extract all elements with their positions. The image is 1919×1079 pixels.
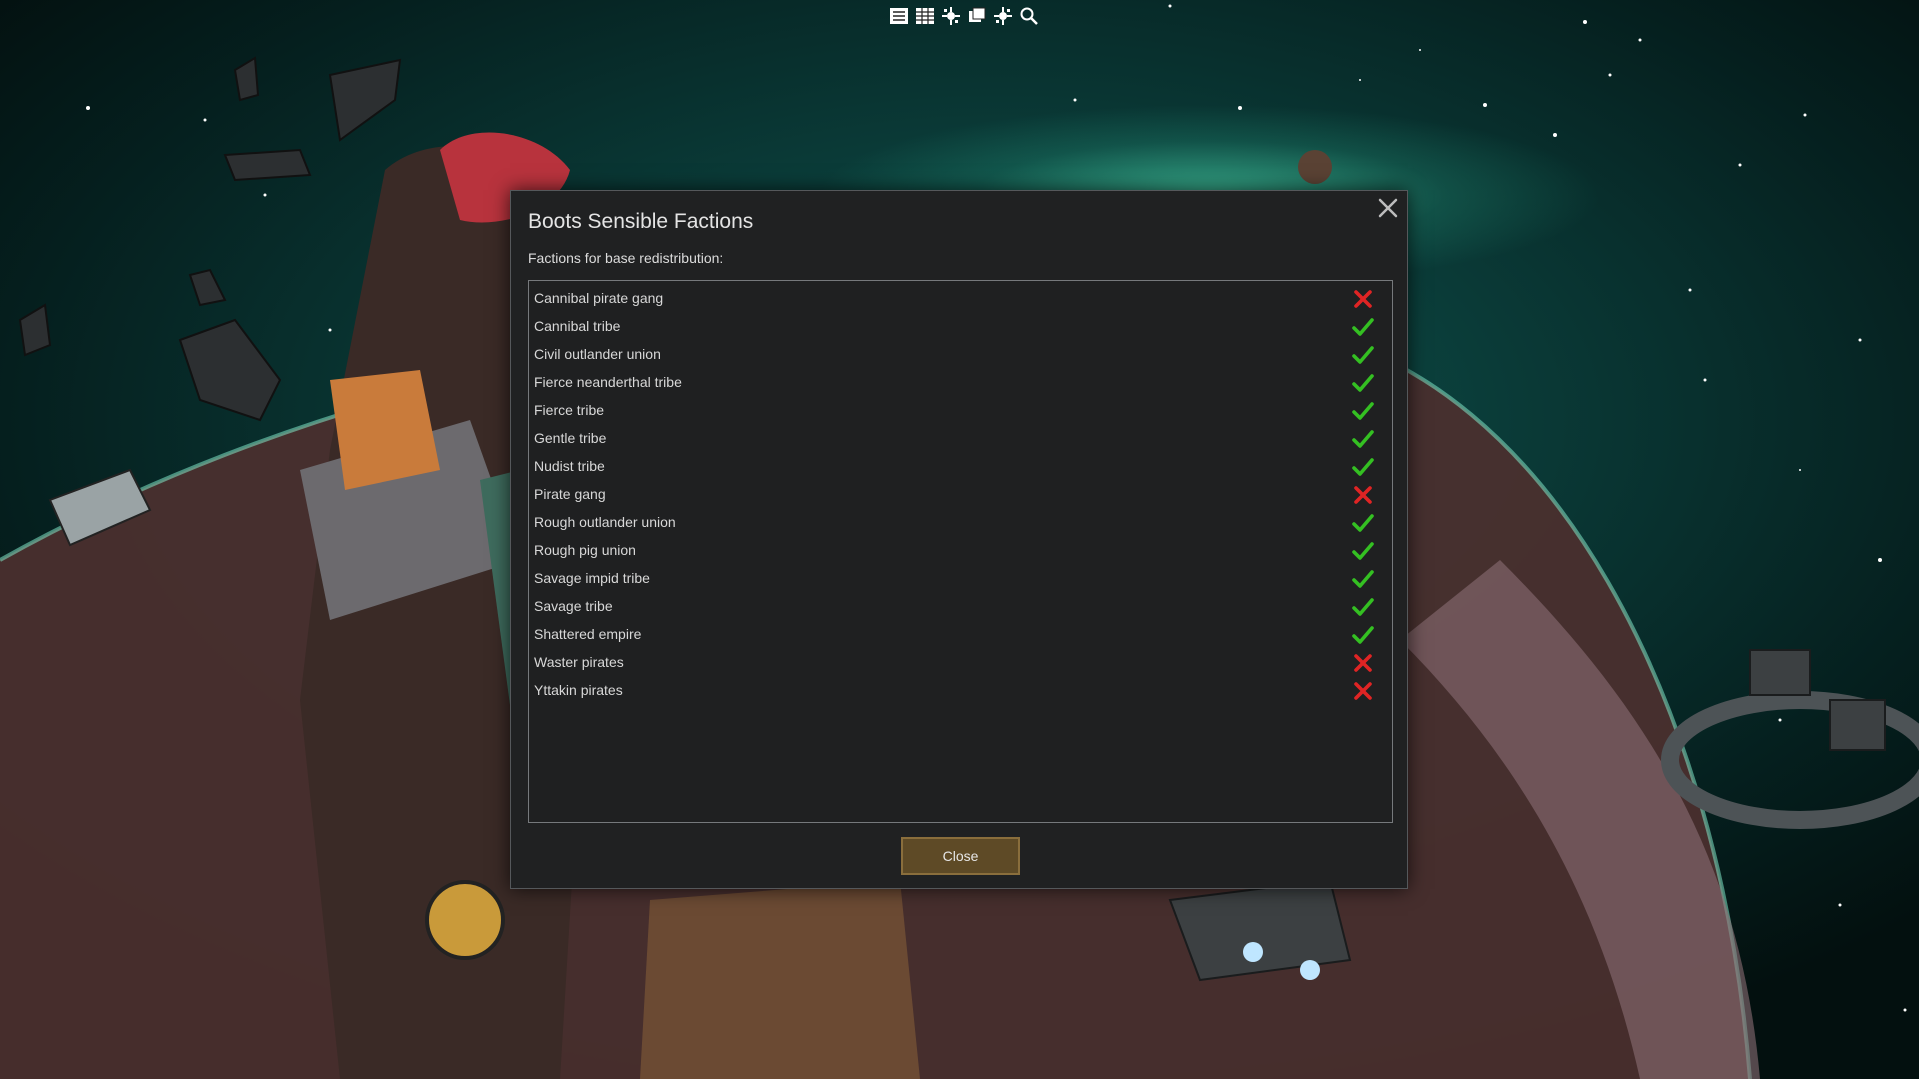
check-icon[interactable] (1351, 343, 1375, 367)
table-icon[interactable] (914, 5, 936, 27)
debug-settings-icon[interactable] (992, 5, 1014, 27)
faction-row[interactable]: Rough outlander union (529, 508, 1392, 536)
faction-row[interactable]: Fierce tribe (529, 396, 1392, 424)
faction-name: Yttakin pirates (534, 682, 623, 698)
faction-row[interactable]: Cannibal tribe (529, 312, 1392, 340)
check-icon[interactable] (1351, 511, 1375, 535)
check-icon[interactable] (1351, 371, 1375, 395)
faction-row[interactable]: Rough pig union (529, 536, 1392, 564)
faction-row[interactable]: Savage tribe (529, 592, 1392, 620)
check-icon[interactable] (1351, 315, 1375, 339)
cross-icon[interactable] (1351, 287, 1375, 311)
faction-name: Gentle tribe (534, 430, 607, 446)
faction-name: Rough pig union (534, 542, 636, 558)
faction-name: Fierce neanderthal tribe (534, 374, 682, 390)
search-icon[interactable] (1018, 5, 1040, 27)
check-icon[interactable] (1351, 539, 1375, 563)
faction-row[interactable]: Nudist tribe (529, 452, 1392, 480)
factions-dialog: Boots Sensible Factions Factions for bas… (510, 190, 1408, 889)
list-icon[interactable] (888, 5, 910, 27)
dialog-title: Boots Sensible Factions (528, 210, 754, 233)
faction-row[interactable]: Gentle tribe (529, 424, 1392, 452)
faction-name: Savage impid tribe (534, 570, 650, 586)
faction-name: Shattered empire (534, 626, 642, 642)
faction-row[interactable]: Yttakin pirates (529, 676, 1392, 704)
faction-row[interactable]: Cannibal pirate gang (529, 284, 1392, 312)
faction-name: Savage tribe (534, 598, 613, 614)
faction-name: Cannibal tribe (534, 318, 621, 334)
faction-row[interactable]: Waster pirates (529, 648, 1392, 676)
faction-row[interactable]: Savage impid tribe (529, 564, 1392, 592)
faction-name: Nudist tribe (534, 458, 605, 474)
dialog-subtitle: Factions for base redistribution: (528, 250, 724, 266)
faction-row[interactable]: Shattered empire (529, 620, 1392, 648)
check-icon[interactable] (1351, 567, 1375, 591)
faction-name: Waster pirates (534, 654, 624, 670)
faction-row[interactable]: Fierce neanderthal tribe (529, 368, 1392, 396)
dev-toolbar (888, 4, 1040, 28)
debug-icon[interactable] (940, 5, 962, 27)
check-icon[interactable] (1351, 623, 1375, 647)
faction-name: Fierce tribe (534, 402, 605, 418)
close-button[interactable]: Close (901, 837, 1020, 875)
check-icon[interactable] (1351, 399, 1375, 423)
cross-icon[interactable] (1351, 651, 1375, 675)
check-icon[interactable] (1351, 455, 1375, 479)
cross-icon[interactable] (1351, 483, 1375, 507)
faction-list[interactable]: Cannibal pirate gang Cannibal tribe Civil … (528, 280, 1393, 823)
window-icon[interactable] (966, 5, 988, 27)
faction-row[interactable]: Civil outlander union (529, 340, 1392, 368)
faction-name: Cannibal pirate gang (534, 290, 664, 306)
check-icon[interactable] (1351, 595, 1375, 619)
cross-icon[interactable] (1351, 679, 1375, 703)
faction-row[interactable]: Pirate gang (529, 480, 1392, 508)
faction-name: Civil outlander union (534, 346, 661, 362)
faction-name: Rough outlander union (534, 514, 676, 530)
close-icon[interactable] (1375, 195, 1401, 221)
faction-name: Pirate gang (534, 486, 606, 502)
check-icon[interactable] (1351, 427, 1375, 451)
